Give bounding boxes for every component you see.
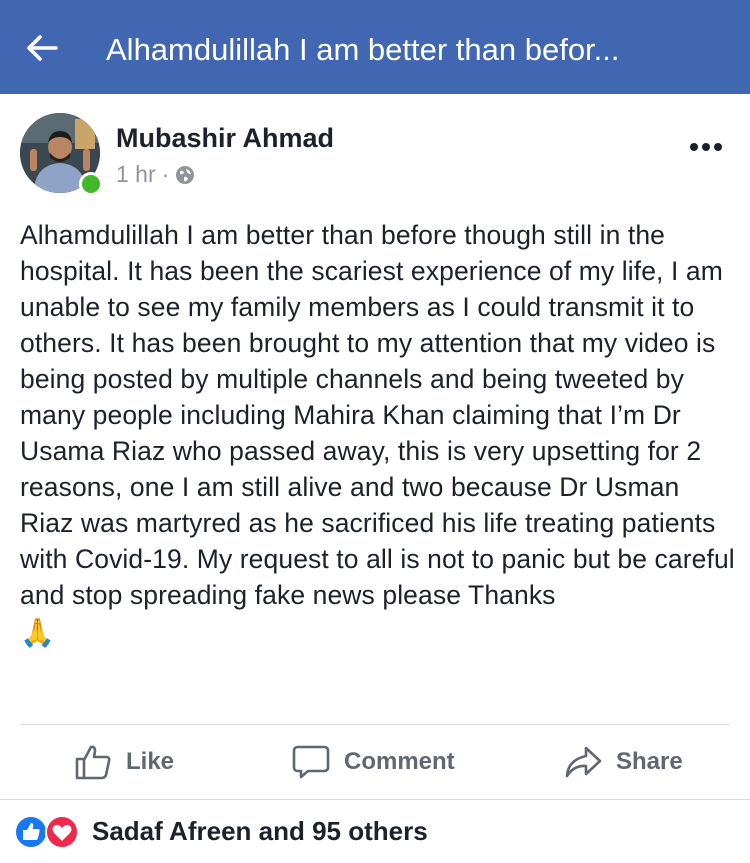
like-label: Like (126, 748, 175, 775)
reaction-icons[interactable] (14, 815, 84, 849)
author-name[interactable]: Mubashir Ahmad (116, 123, 334, 154)
divider (20, 724, 730, 725)
post-card: Mubashir Ahmad 1 hr · Alhamdulillah I am… (0, 94, 750, 799)
post-time[interactable]: 1 hr (116, 161, 156, 188)
thumbs-up-icon (75, 745, 111, 780)
comment-label: Comment (344, 748, 455, 775)
like-button[interactable]: Like (74, 734, 174, 790)
page-title: Alhamdulillah I am better than befor... (106, 32, 620, 67)
share-button[interactable]: Share (564, 734, 683, 790)
post-actions: Like Comment Share (0, 734, 750, 790)
back-button[interactable] (22, 28, 62, 68)
more-options-button[interactable] (686, 134, 726, 160)
reactions-summary[interactable]: Sadaf Afreen and 95 others (92, 816, 428, 847)
comment-bubble-icon (292, 745, 330, 779)
comment-button[interactable]: Comment (292, 734, 455, 790)
reactions-bar: Sadaf Afreen and 95 others (0, 800, 750, 863)
more-dots-icon (690, 143, 722, 151)
like-icon (14, 815, 48, 849)
meta-separator: · (161, 161, 170, 187)
author-avatar[interactable] (20, 113, 103, 196)
back-arrow-icon (27, 35, 58, 61)
share-arrow-icon (565, 746, 602, 778)
post-text: Alhamdulillah I am better than before th… (20, 220, 735, 610)
share-label: Share (616, 748, 683, 775)
reaction-icons-graphic (14, 815, 79, 849)
online-status-indicator (79, 172, 103, 196)
post-body: Alhamdulillah I am better than before th… (20, 217, 736, 653)
post-meta: 1 hr · (116, 161, 195, 188)
globe-icon (176, 165, 195, 184)
top-bar: Alhamdulillah I am better than befor... (0, 0, 750, 94)
folded-hands-emoji: 🙏 (20, 617, 55, 648)
love-icon (45, 815, 79, 849)
